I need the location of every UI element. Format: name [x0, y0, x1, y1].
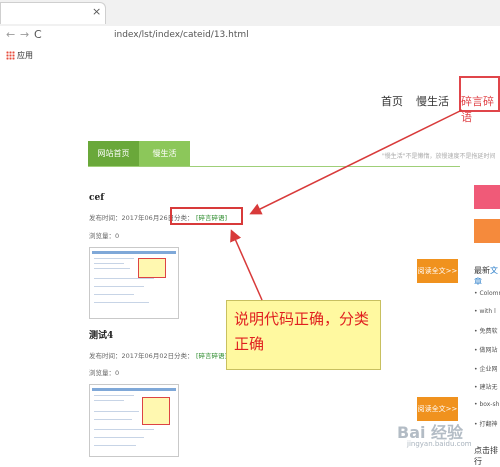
arrow-from-callout [230, 229, 263, 301]
annotation-arrows [230, 109, 463, 301]
arrow-to-category [249, 109, 463, 215]
watermark-url: jingyan.baidu.com [407, 440, 472, 448]
